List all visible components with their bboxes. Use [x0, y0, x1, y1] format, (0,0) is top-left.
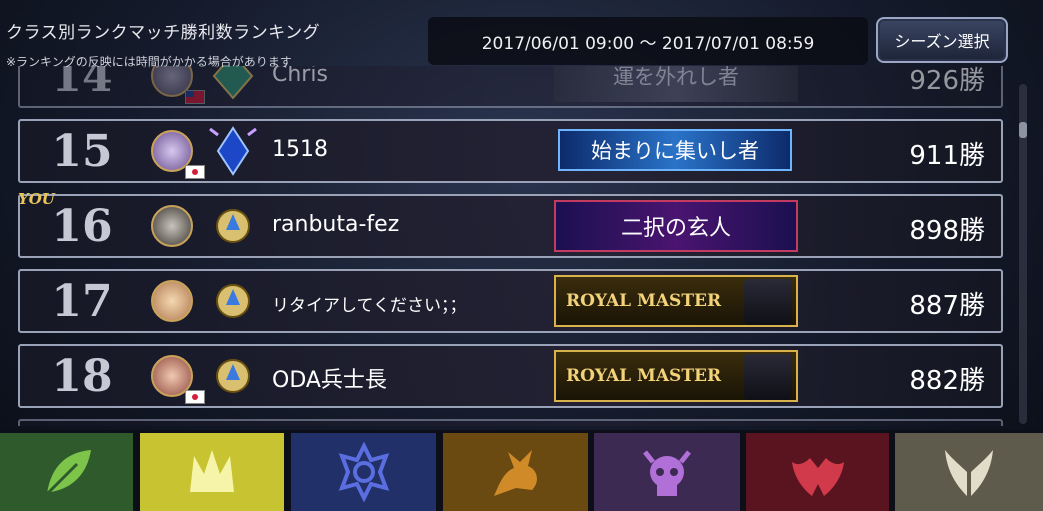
bat-wings-icon [791, 458, 844, 496]
ranking-row[interactable]: 17 リタイアしてください；； ROYAL MASTER 887勝 [18, 269, 1003, 333]
ranking-list[interactable]: 14 Chris 運を外れし者 926勝 15 1518 始まりに集いし者 91… [15, 66, 1010, 426]
season-select-button[interactable]: シーズン選択 [876, 17, 1008, 63]
crown-icon [190, 450, 234, 492]
title-portrait [744, 279, 792, 325]
ranking-row[interactable]: 14 Chris 運を外れし者 926勝 [18, 66, 1003, 108]
star-icon [338, 442, 389, 502]
rank-emblem-icon [209, 126, 257, 176]
tab-swordcraft[interactable] [140, 433, 284, 511]
win-count: 887勝 [909, 291, 985, 321]
player-title-plate: 始まりに集いし者 [558, 129, 792, 171]
rank-number: 15 [51, 126, 113, 177]
player-avatar[interactable] [151, 205, 193, 247]
player-name: ranbuta-fez [272, 212, 400, 237]
title-portrait [744, 354, 792, 400]
win-count: 926勝 [909, 66, 985, 96]
player-name: Chris [272, 66, 328, 87]
rank-emblem-icon [216, 209, 250, 243]
player-avatar[interactable] [151, 280, 193, 322]
rank-emblem-icon [216, 359, 250, 393]
rank-number: 18 [51, 351, 113, 402]
win-count: 911勝 [909, 141, 985, 171]
rank-emblem-icon [216, 284, 250, 318]
season-date-range: 2017/06/01 09:00 〜 2017/07/01 08:59 [428, 17, 868, 65]
rank-number: 14 [51, 66, 113, 102]
player-title-plate: ROYAL MASTER [554, 275, 798, 327]
player-title-plate: 運を外れし者 [554, 66, 798, 102]
tab-havencraft[interactable] [895, 433, 1043, 511]
tab-shadowcraft[interactable] [594, 433, 740, 511]
title-text: ROYAL MASTER [566, 366, 722, 386]
header-title: クラス別ランクマッチ勝利数ランキング [6, 23, 321, 43]
tab-dragoncraft[interactable] [443, 433, 588, 511]
ranking-row-you[interactable]: YOU 16 ranbuta-fez 二択の玄人 898勝 [18, 190, 1003, 258]
angel-wings-icon [945, 450, 993, 496]
ranking-row[interactable] [18, 419, 1003, 426]
scrollbar-thumb[interactable] [1019, 122, 1027, 138]
player-title-plate: ROYAL MASTER [554, 350, 798, 402]
rank-emblem-icon [212, 66, 254, 100]
player-title-plate: 二択の玄人 [554, 200, 798, 252]
leaf-icon [45, 450, 91, 496]
tab-forestcraft[interactable] [0, 433, 133, 511]
japan-flag-icon [185, 390, 205, 404]
scrollbar[interactable] [1019, 84, 1027, 424]
ranking-row[interactable]: 15 1518 始まりに集いし者 911勝 [18, 119, 1003, 183]
dragon-icon [493, 450, 537, 496]
win-count: 898勝 [909, 216, 985, 246]
class-tab-bar [0, 430, 1043, 511]
rank-number: 16 [51, 201, 113, 252]
title-text: ROYAL MASTER [566, 291, 722, 311]
player-name: 1518 [272, 137, 328, 162]
player-name: リタイアしてください；； [272, 296, 467, 316]
tab-runecraft[interactable] [291, 433, 436, 511]
player-name: ODA兵士長 [272, 368, 387, 393]
win-count: 882勝 [909, 366, 985, 396]
taiwan-flag-icon [185, 90, 205, 104]
tab-bloodcraft[interactable] [746, 433, 889, 511]
japan-flag-icon [185, 165, 205, 179]
skull-icon [643, 450, 691, 496]
rank-number: 17 [51, 276, 113, 327]
ranking-row[interactable]: 18 ODA兵士長 ROYAL MASTER 882勝 [18, 344, 1003, 408]
